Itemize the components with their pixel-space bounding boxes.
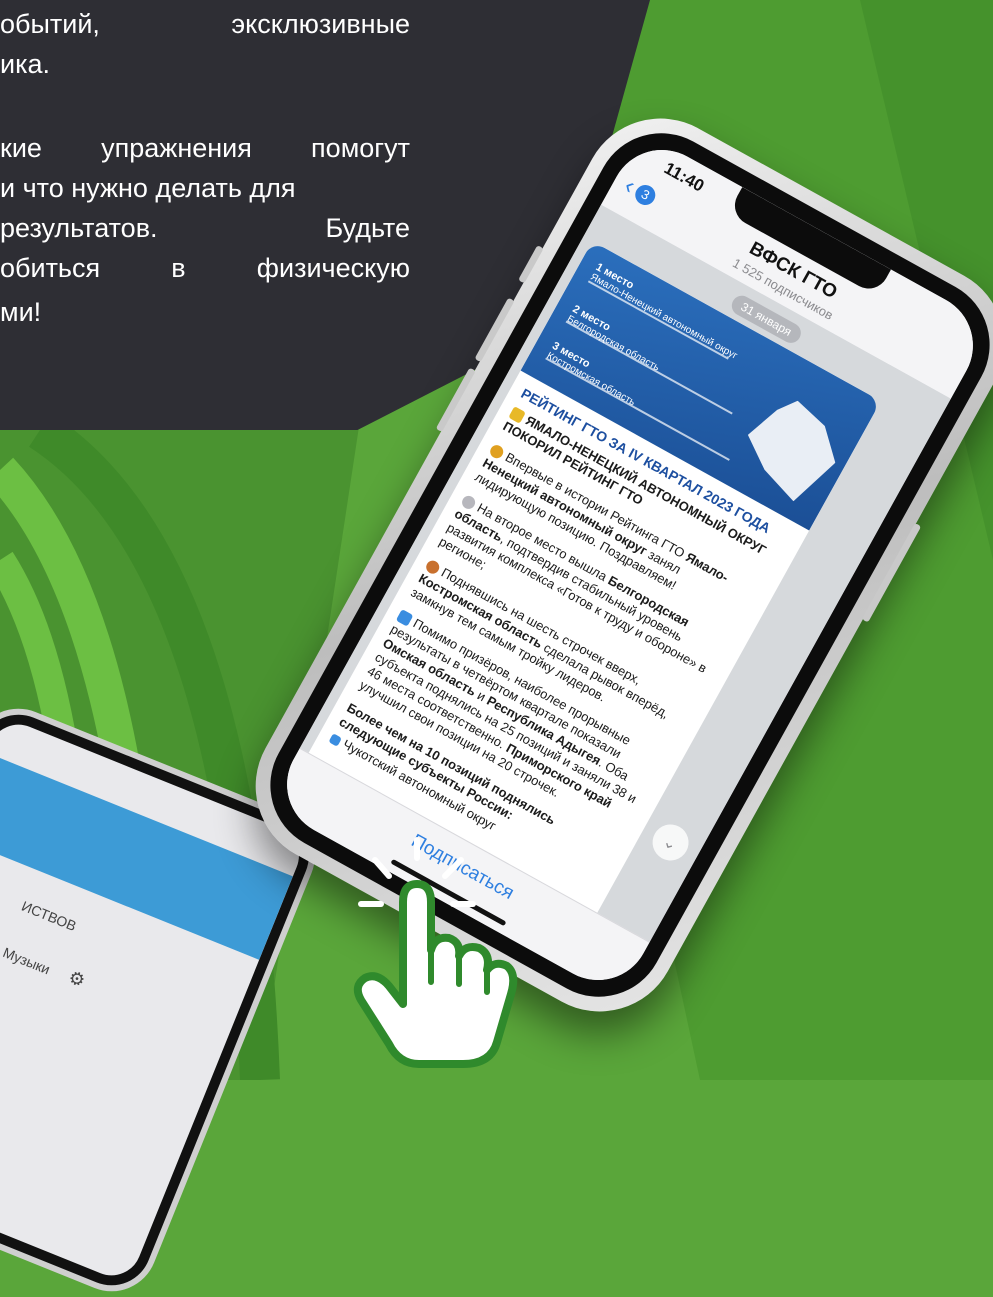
promo-line: ми! (0, 297, 42, 327)
diamond-icon (328, 732, 343, 747)
promo-line: обиться в физическую (0, 253, 410, 283)
russia-map-icon (730, 388, 852, 510)
gear-icon[interactable]: ⚙ (65, 967, 88, 993)
promo-line: и что нужно делать для (0, 173, 296, 203)
promo-line: ика. (0, 49, 51, 79)
promo-line: обытий, эксклюзивные (0, 9, 410, 39)
secondary-phone-row: Музыки (0, 944, 53, 978)
promo-line: кие упражнения помогут (0, 133, 410, 163)
tap-hand-icon (353, 837, 518, 1068)
promo-line: результатов. Будьте (0, 213, 410, 243)
chevron-down-icon: ⌄ (660, 830, 682, 855)
secondary-phone-row: ИСТВОВ (19, 897, 79, 935)
scroll-down-button[interactable]: ⌄ (646, 817, 696, 867)
